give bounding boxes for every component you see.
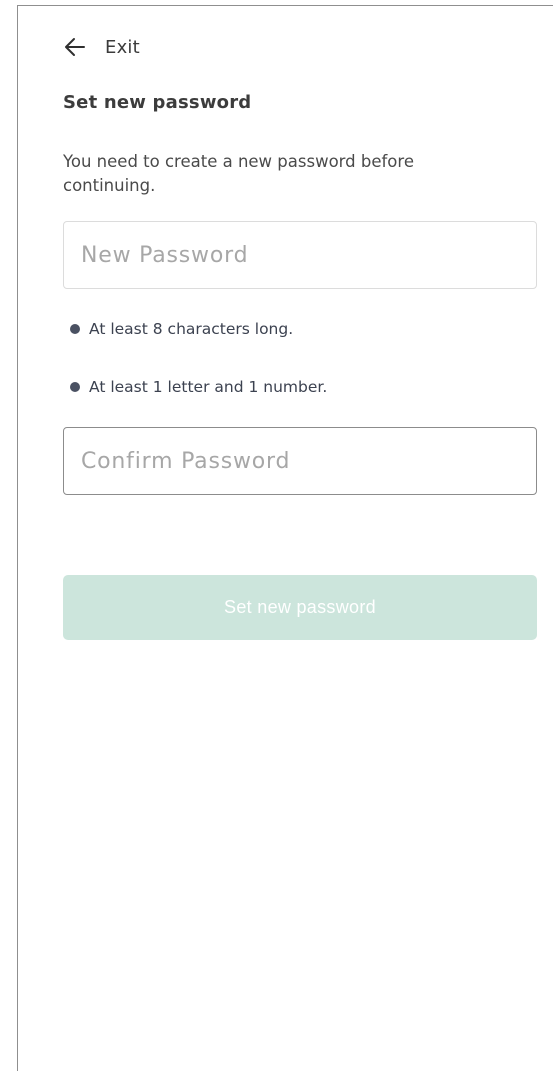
new-password-field[interactable] bbox=[63, 221, 537, 289]
bullet-icon bbox=[70, 324, 80, 334]
requirement-label: At least 8 characters long. bbox=[89, 320, 294, 338]
set-new-password-button[interactable]: Set new password bbox=[63, 575, 537, 640]
new-password-input[interactable] bbox=[81, 242, 536, 268]
exit-button[interactable]: Exit bbox=[63, 31, 140, 63]
app-frame: Exit Set new password You need to create… bbox=[17, 5, 553, 1071]
arrow-left-icon bbox=[63, 35, 87, 59]
page-title: Set new password bbox=[63, 92, 252, 113]
requirement-item: At least 1 letter and 1 number. bbox=[70, 378, 327, 396]
exit-label: Exit bbox=[105, 36, 140, 58]
requirement-label: At least 1 letter and 1 number. bbox=[89, 378, 328, 396]
requirement-item: At least 8 characters long. bbox=[70, 320, 293, 338]
description-text: You need to create a new password before… bbox=[63, 152, 414, 195]
confirm-password-input[interactable] bbox=[81, 448, 536, 474]
bullet-icon bbox=[70, 382, 80, 392]
confirm-password-field[interactable] bbox=[63, 427, 537, 495]
